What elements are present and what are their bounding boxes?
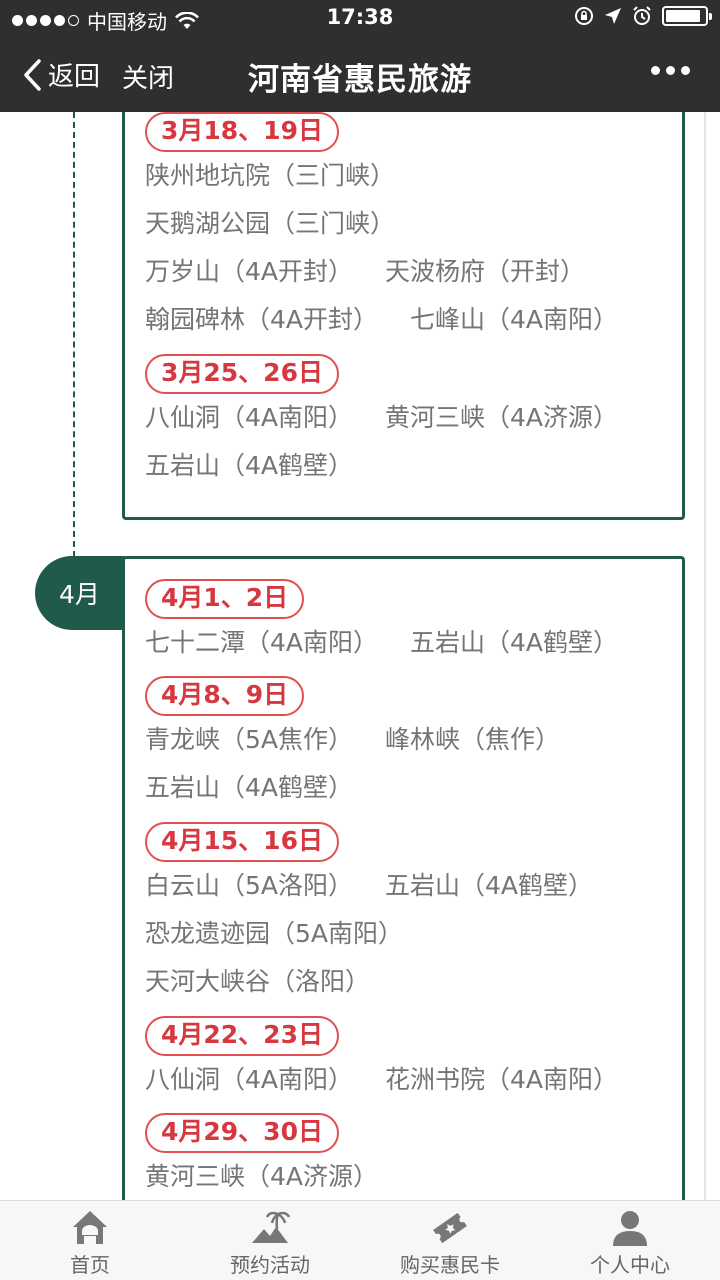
place-name: 五岩山（4A鹤壁） xyxy=(145,773,354,802)
place-name: 八仙洞（4A南阳） xyxy=(145,1065,354,1094)
status-bar: 中国移动 17:38 xyxy=(0,0,720,36)
schedule-entry: 4月22、23日 八仙洞（4A南阳） 花洲书院（4A南阳） xyxy=(145,1016,618,1104)
more-dot-icon xyxy=(681,66,690,75)
tab-label: 个人中心 xyxy=(590,1253,670,1277)
more-options-button[interactable] xyxy=(651,66,690,75)
place-line: 八仙洞（4A南阳） 黄河三峡（4A济源） xyxy=(145,394,618,442)
tab-label: 首页 xyxy=(70,1253,110,1277)
date-pill: 4月22、23日 xyxy=(145,1016,339,1056)
place-name: 天河大峡谷（洛阳） xyxy=(145,967,371,996)
place-line: 七十二潭（4A南阳） 五岩山（4A鹤壁） xyxy=(145,619,618,667)
april-schedule-card: 4月1、2日 七十二潭（4A南阳） 五岩山（4A鹤壁） 4月8、9日 青龙峡（5A… xyxy=(122,556,685,1200)
place-line: 翰园碑林（4A开封） 七峰山（4A南阳） xyxy=(145,296,618,344)
place-name: 七十二潭（4A南阳） xyxy=(145,628,379,657)
place-line: 黄河三峡（4A济源） xyxy=(145,1153,378,1200)
tab-profile[interactable]: 个人中心 xyxy=(540,1201,720,1280)
place-name: 七峰山（4A南阳） xyxy=(410,305,619,334)
place-name: 恐龙遗迹园（5A南阳） xyxy=(145,919,404,948)
schedule-entry: 3月25、26日 八仙洞（4A南阳） 黄河三峡（4A济源） 五岩山（4A鹤壁） xyxy=(145,354,618,490)
date-pill: 4月15、16日 xyxy=(145,822,339,862)
place-name: 黄河三峡（4A济源） xyxy=(385,403,619,432)
place-name: 天波杨府（开封） xyxy=(385,257,586,286)
battery-icon xyxy=(662,6,712,26)
tab-home[interactable]: 首页 xyxy=(0,1201,180,1280)
place-name: 万岁山（4A开封） xyxy=(145,257,354,286)
location-arrow-icon xyxy=(605,8,621,24)
date-pill: 3月18、19日 xyxy=(145,112,339,152)
place-line: 五岩山（4A鹤壁） xyxy=(145,764,560,812)
date-pill: 4月8、9日 xyxy=(145,676,305,716)
place-name: 五岩山（4A鹤壁） xyxy=(145,451,354,480)
place-line: 天河大峡谷（洛阳） xyxy=(145,958,593,1006)
place-name: 黄河三峡（4A济源） xyxy=(145,1162,379,1191)
home-icon xyxy=(73,1211,107,1244)
schedule-entry: 3月18、19日 陕州地坑院（三门峡） 天鹅湖公园（三门峡） 万岁山（4A开封）… xyxy=(145,112,618,344)
ticket-icon xyxy=(433,1212,467,1244)
rotation-lock-icon xyxy=(575,7,593,25)
schedule-content[interactable]: 3月18、19日 陕州地坑院（三门峡） 天鹅湖公园（三门峡） 万岁山（4A开封）… xyxy=(0,112,720,1200)
date-pill: 3月25、26日 xyxy=(145,354,339,394)
tab-label: 预约活动 xyxy=(230,1253,310,1277)
place-name: 五岩山（4A鹤壁） xyxy=(385,871,594,900)
schedule-entry: 4月29、30日 黄河三峡（4A济源） xyxy=(145,1113,378,1200)
place-name: 花洲书院（4A南阳） xyxy=(385,1065,619,1094)
schedule-entry: 4月15、16日 白云山（5A洛阳） 五岩山（4A鹤壁） 恐龙遗迹园（5A南阳） … xyxy=(145,822,593,1006)
place-name: 陕州地坑院（三门峡） xyxy=(145,161,396,190)
place-name: 白云山（5A洛阳） xyxy=(145,871,354,900)
place-name: 青龙峡（5A焦作） xyxy=(145,725,354,754)
place-line: 万岁山（4A开封） 天波杨府（开封） xyxy=(145,248,618,296)
schedule-entry: 4月1、2日 七十二潭（4A南阳） 五岩山（4A鹤壁） xyxy=(145,579,618,667)
schedule-entry: 4月8、9日 青龙峡（5A焦作） 峰林峡（焦作） 五岩山（4A鹤壁） xyxy=(145,676,560,812)
more-dot-icon xyxy=(651,66,660,75)
place-name: 峰林峡（焦作） xyxy=(385,725,561,754)
place-line: 五岩山（4A鹤壁） xyxy=(145,442,618,490)
bottom-tab-bar: 首页 预约活动 购买惠民卡 个人中心 xyxy=(0,1200,720,1280)
place-line: 青龙峡（5A焦作） 峰林峡（焦作） xyxy=(145,716,560,764)
page-title: 河南省惠民旅游 xyxy=(248,62,472,98)
palm-beach-icon xyxy=(252,1211,290,1243)
scroll-edge xyxy=(704,112,706,1200)
month-tab-april[interactable]: 4月 xyxy=(35,556,125,630)
place-name: 天鹅湖公园（三门峡） xyxy=(145,209,396,238)
tab-activities[interactable]: 预约活动 xyxy=(180,1201,360,1280)
alarm-icon xyxy=(633,6,651,25)
timeline-dashed-line xyxy=(73,112,75,557)
more-dot-icon xyxy=(666,66,675,75)
date-pill: 4月1、2日 xyxy=(145,579,305,619)
tab-label: 购买惠民卡 xyxy=(400,1253,500,1277)
place-line: 八仙洞（4A南阳） 花洲书院（4A南阳） xyxy=(145,1056,618,1104)
user-icon xyxy=(613,1211,647,1246)
place-name: 五岩山（4A鹤壁） xyxy=(410,628,619,657)
place-name: 翰园碑林（4A开封） xyxy=(145,305,379,334)
place-line: 陕州地坑院（三门峡） xyxy=(145,152,618,200)
place-line: 恐龙遗迹园（5A南阳） xyxy=(145,910,593,958)
place-line: 白云山（5A洛阳） 五岩山（4A鹤壁） xyxy=(145,862,593,910)
nav-bar: 返回 关闭 河南省惠民旅游 xyxy=(0,36,720,112)
date-pill: 4月29、30日 xyxy=(145,1113,339,1153)
tab-buy-card[interactable]: 购买惠民卡 xyxy=(360,1201,540,1280)
march-schedule-card: 3月18、19日 陕州地坑院（三门峡） 天鹅湖公园（三门峡） 万岁山（4A开封）… xyxy=(122,112,685,520)
place-name: 八仙洞（4A南阳） xyxy=(145,403,354,432)
place-line: 天鹅湖公园（三门峡） xyxy=(145,200,618,248)
